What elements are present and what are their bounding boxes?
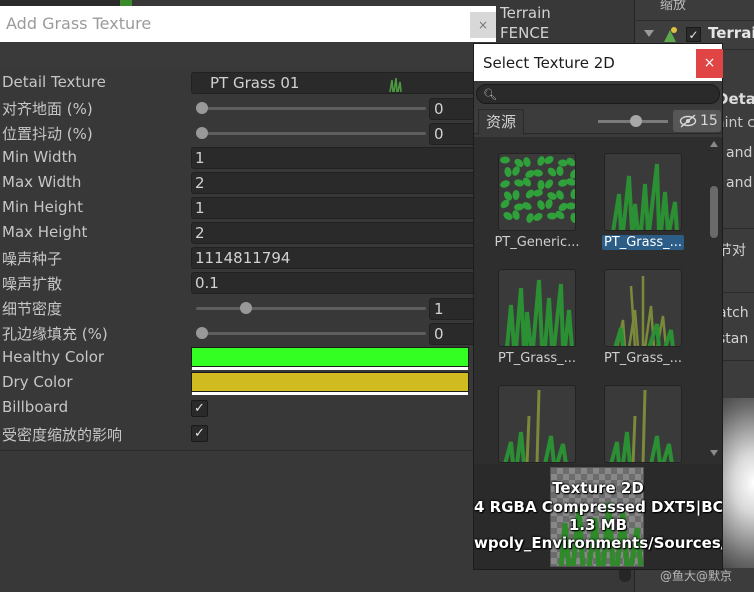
min-width-field[interactable]: 1 xyxy=(191,147,481,169)
healthy-color-swatch[interactable] xyxy=(191,347,469,367)
grass-window-title: Add Grass Texture xyxy=(6,14,152,33)
noise-seed-label: 噪声种子 xyxy=(2,250,63,268)
align-ground-slider-knob[interactable] xyxy=(196,102,208,114)
max-width-field[interactable]: 2 xyxy=(191,172,481,194)
add-grass-texture-window: Add Grass Texture × Detail Texture PT Gr… xyxy=(0,6,496,592)
texture-thumbnail[interactable] xyxy=(604,153,682,231)
texture-info-format: 4 RGBA Compressed DXT5|BC xyxy=(474,498,722,516)
texture-info-type: Texture 2D xyxy=(552,479,644,497)
detail-density-slider-knob[interactable] xyxy=(239,302,252,314)
hidden-items-count: 15 xyxy=(700,113,718,129)
grass-window-toolbar xyxy=(0,42,496,68)
grass-texture-icon xyxy=(389,77,402,92)
detail-density-label: 细节密度 xyxy=(2,300,63,318)
texture-thumbnail-name: PT_Grass_... xyxy=(601,235,685,250)
detail-density-slider[interactable] xyxy=(196,302,426,314)
scroll-up-icon[interactable] xyxy=(710,141,718,147)
position-jitter-slider[interactable] xyxy=(196,127,426,139)
dry-color-swatch[interactable] xyxy=(191,372,469,392)
eye-slash-icon xyxy=(679,114,697,128)
texture-thumbnail-label[interactable]: PT_Grass_... xyxy=(591,351,695,366)
position-jitter-label: 位置抖动 (%) xyxy=(2,125,93,143)
min-width-label: Min Width xyxy=(2,148,77,166)
healthy-color-label: Healthy Color xyxy=(2,348,105,366)
hole-edge-padding-slider[interactable] xyxy=(196,327,426,339)
terrain-enabled-checkbox[interactable]: ✓ xyxy=(686,27,701,42)
scroll-down-icon[interactable] xyxy=(710,450,718,456)
detail-texture-value: PT Grass 01 xyxy=(210,74,300,92)
min-height-label: Min Height xyxy=(2,198,83,216)
texture-thumbnail[interactable] xyxy=(604,385,682,463)
hierarchy-item-terrain[interactable]: Terrain xyxy=(500,4,551,22)
billboard-label: Billboard xyxy=(2,398,69,416)
inspector-terrain-label: Terrain xyxy=(708,24,754,42)
texture-thumbnail[interactable] xyxy=(604,269,682,347)
max-width-label: Max Width xyxy=(2,173,82,191)
detail-texture-field[interactable]: PT Grass 01 xyxy=(191,72,481,94)
inspector-text-and-1: and xyxy=(726,145,753,161)
texture-info-size: 1.3 MB xyxy=(568,516,628,534)
select-texture-window: Select Texture 2D × 🔍︎ 资源 15 PT_Generic.… xyxy=(473,43,723,570)
billboard-checkbox[interactable]: ✓ xyxy=(191,400,208,417)
noise-seed-field[interactable]: 1114811794 xyxy=(191,247,481,269)
texture-thumbnail-label[interactable]: PT_Generic... xyxy=(485,235,589,250)
texture-thumbnail-name: PT_Grass_... xyxy=(497,351,577,366)
grass-window-footer xyxy=(0,450,496,592)
inspector-header-label: 缩放 xyxy=(660,0,687,13)
hidden-items-toggle[interactable]: 15 xyxy=(673,110,721,132)
noise-spread-field[interactable]: 0.1 xyxy=(191,272,481,294)
select-window-close-button[interactable]: × xyxy=(696,49,723,78)
hole-edge-padding-label: 孔边缘填充 (%) xyxy=(2,325,108,343)
texture-thumbnail-label[interactable]: PT_Grass_... xyxy=(485,351,589,366)
texture-thumbnail-name: PT_Generic... xyxy=(494,235,580,250)
detail-texture-label: Detail Texture xyxy=(2,73,106,91)
thumbnail-size-slider-knob[interactable] xyxy=(630,115,642,127)
texture-thumbnail-label[interactable]: PT_Grass_... xyxy=(591,235,695,250)
min-height-field[interactable]: 1 xyxy=(191,197,481,219)
texture-info-panel: Texture 2D 4 RGBA Compressed DXT5|BC 1.3… xyxy=(474,464,722,569)
texture-thumbnail[interactable] xyxy=(498,269,576,347)
texture-info-path: wpoly_Environments/Sources/ xyxy=(474,534,722,552)
search-icon: 🔍︎ xyxy=(483,88,497,101)
noise-spread-label: 噪声扩散 xyxy=(2,275,63,293)
hole-edge-padding-slider-knob[interactable] xyxy=(196,327,208,339)
tab-assets[interactable]: 资源 xyxy=(478,109,524,135)
texture-thumbnail[interactable] xyxy=(498,153,576,231)
grass-window-close-button[interactable]: × xyxy=(470,12,496,38)
inspector-text-and-2: and xyxy=(726,175,753,191)
texture-thumbnail-name: PT_Grass_... xyxy=(603,351,683,366)
search-input[interactable] xyxy=(476,84,720,104)
terrain-icon xyxy=(664,27,677,42)
hierarchy-item-fence[interactable]: FENCE xyxy=(500,24,549,42)
dry-color-label: Dry Color xyxy=(2,373,73,391)
density-scale-checkbox[interactable]: ✓ xyxy=(191,425,208,442)
max-height-label: Max Height xyxy=(2,223,88,241)
align-ground-label: 对齐地面 (%) xyxy=(2,100,93,118)
texture-thumbnail[interactable] xyxy=(498,385,576,463)
texture-grid: PT_Generic... PT_Grass_... PT_Grass_... PT_… xyxy=(474,137,706,464)
foldout-arrow-icon[interactable] xyxy=(644,30,654,37)
select-window-title: Select Texture 2D xyxy=(483,54,615,72)
density-scale-label: 受密度缩放的影响 xyxy=(2,426,123,444)
grid-scrollbar-thumb[interactable] xyxy=(710,186,718,238)
align-ground-slider[interactable] xyxy=(196,102,426,114)
healthy-color-alpha-bar xyxy=(192,367,468,370)
dry-color-alpha-bar xyxy=(192,392,468,395)
position-jitter-slider-knob[interactable] xyxy=(196,127,208,139)
max-height-field[interactable]: 2 xyxy=(191,222,481,244)
